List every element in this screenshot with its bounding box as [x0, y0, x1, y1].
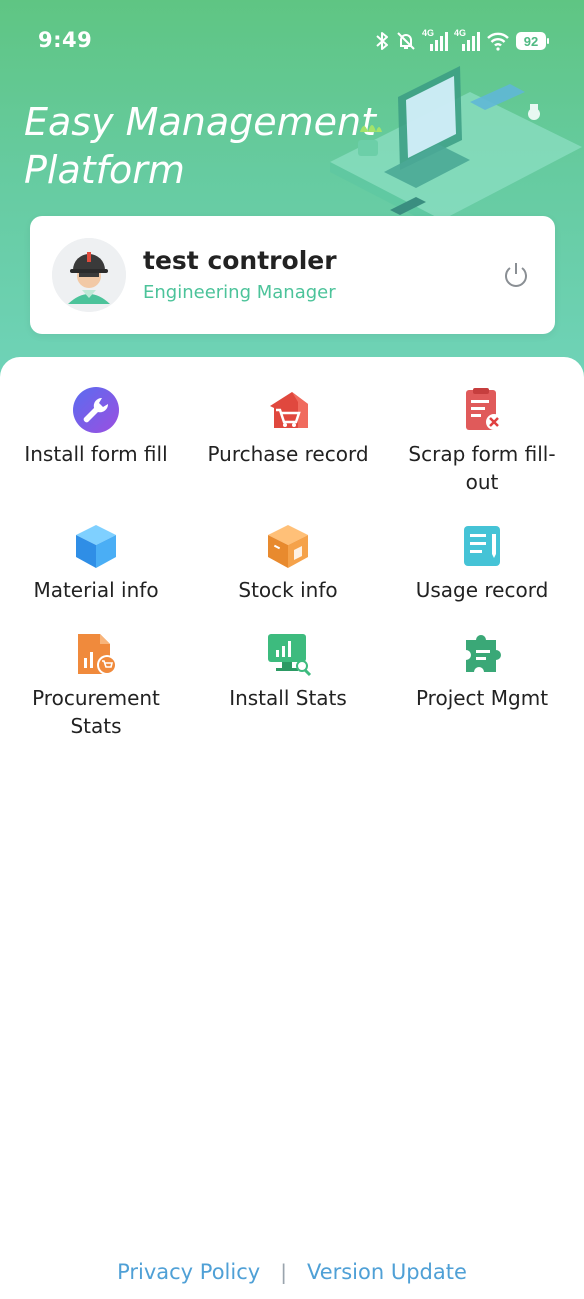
menu-item-label: Material info	[33, 578, 159, 602]
clipboard-x-icon	[466, 388, 502, 430]
menu-panel	[0, 357, 584, 1299]
engineer-avatar-icon	[52, 238, 126, 312]
footer-separator: |	[280, 1260, 287, 1284]
monitor-chart-icon	[268, 634, 312, 677]
battery-level: 92	[523, 33, 539, 49]
menu-item-usage-record[interactable]: Usage record	[386, 522, 578, 604]
version-update-link[interactable]: Version Update	[307, 1260, 467, 1284]
cube-icon	[76, 525, 116, 568]
mute-bell-icon	[396, 31, 416, 51]
menu-item-stock-info[interactable]: Stock info	[192, 522, 384, 604]
shop-cart-icon	[270, 392, 308, 428]
battery-icon: 92	[516, 32, 549, 50]
menu-item-label: Purchase record	[207, 442, 369, 466]
box-icon	[268, 525, 308, 568]
report-cart-icon	[78, 634, 117, 675]
menu-item-label: Stock info	[238, 578, 338, 602]
menu-item-purchase-record[interactable]: Purchase record	[192, 386, 384, 468]
menu-item-label: Procurement Stats	[32, 686, 160, 738]
power-icon[interactable]	[501, 260, 531, 290]
menu-item-label: Scrap form fill-out	[408, 442, 556, 494]
menu-item-install-form-fill[interactable]: Install form fill	[0, 386, 192, 468]
privacy-policy-link[interactable]: Privacy Policy	[117, 1260, 260, 1284]
wifi-icon	[486, 31, 510, 51]
menu-item-procurement-stats[interactable]: Procurement Stats	[0, 630, 192, 740]
document-pen-icon	[464, 526, 500, 566]
status-time: 9:49	[38, 28, 93, 52]
user-role: Engineering Manager	[143, 282, 336, 303]
menu-item-label: Install Stats	[229, 686, 347, 710]
footer-links: Privacy Policy | Version Update	[0, 1252, 584, 1292]
menu-item-label: Project Mgmt	[415, 686, 549, 710]
signal-icon: 4G	[422, 28, 448, 52]
network-type-label: 4G	[454, 28, 467, 38]
network-type-label: 4G	[422, 28, 435, 38]
menu-item-install-stats[interactable]: Install Stats	[192, 630, 384, 712]
user-name: test controler	[143, 246, 337, 275]
menu-item-label: Usage record	[415, 578, 549, 602]
menu-item-label: Install form fill	[24, 442, 168, 466]
menu-item-material-info[interactable]: Material info	[0, 522, 192, 604]
signal-icon: 4G	[454, 28, 480, 52]
desk-illustration	[330, 66, 582, 222]
wrench-icon	[73, 387, 119, 433]
menu-item-project-mgmt[interactable]: Project Mgmt	[386, 630, 578, 712]
puzzle-icon	[466, 634, 501, 672]
status-icons: 4G 4G 92	[374, 28, 549, 54]
menu-item-scrap-form[interactable]: Scrap form fill-out	[386, 386, 578, 496]
bluetooth-icon	[374, 31, 390, 51]
profile-card: test controler Engineering Manager	[30, 216, 555, 334]
